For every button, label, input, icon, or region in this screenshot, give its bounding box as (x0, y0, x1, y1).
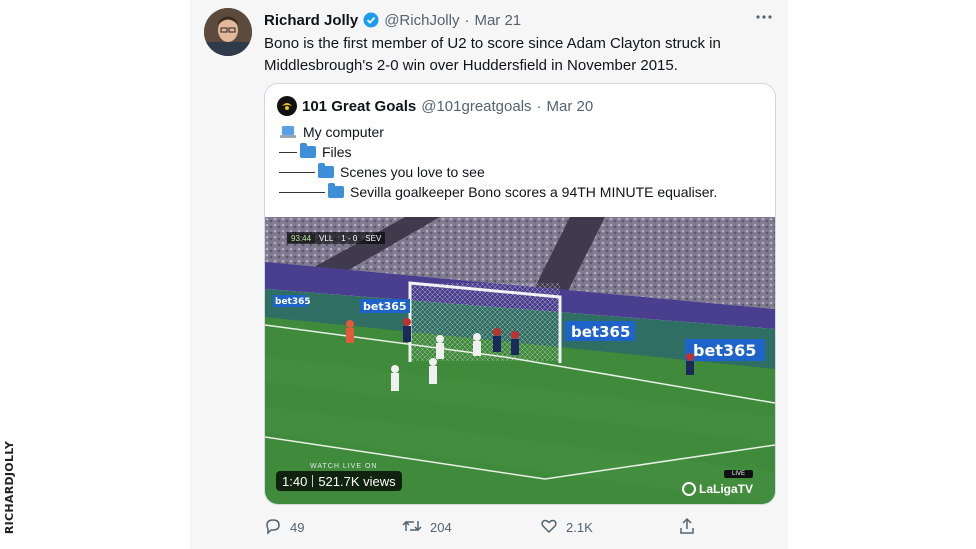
match-score: 1 - 0 (341, 233, 358, 243)
tweet-text: Bono is the first member of U2 to score … (264, 35, 721, 74)
quoted-line-text: My computer (303, 124, 384, 140)
quoted-avatar[interactable] (277, 96, 297, 116)
quoted-line-2: Files (279, 142, 352, 162)
header-separator: · (464, 11, 470, 29)
quoted-line-text: Files (322, 144, 352, 160)
folder-icon (300, 143, 316, 158)
away-team: SEV (365, 233, 382, 243)
video-duration: 1:40 (282, 473, 308, 489)
video-meta-badge: 1:40 521.7K views (276, 471, 402, 491)
like-button[interactable]: 2.1K (540, 517, 678, 538)
tree-dash (279, 151, 297, 153)
like-count: 2.1K (566, 519, 593, 535)
folder-icon (328, 183, 344, 198)
quoted-line-3: Scenes you love to see (279, 162, 485, 182)
retweet-count: 204 (430, 519, 452, 535)
verified-badge-icon (363, 12, 379, 28)
quoted-date[interactable]: Mar 20 (547, 98, 594, 115)
badge-divider (312, 475, 314, 487)
retweet-button[interactable]: 204 (402, 517, 540, 538)
match-clock: 93:44 (287, 233, 316, 243)
laliga-watermark: LaLigaTV (681, 482, 753, 496)
author-handle[interactable]: @RichJolly (384, 12, 459, 29)
quoted-author-name[interactable]: 101 Great Goals (302, 98, 416, 115)
tweet-actions: 49 204 2.1K (264, 514, 704, 540)
board-text: bet365 (571, 323, 630, 341)
tweet-card[interactable]: Richard Jolly @RichJolly · Mar 21 Bono i… (190, 0, 788, 549)
folder-icon (318, 163, 334, 178)
quoted-separator: · (536, 97, 542, 115)
quoted-line-text: Scenes you love to see (340, 164, 485, 180)
retweet-icon (402, 517, 430, 538)
live-badge: LIVE (723, 470, 753, 478)
quoted-line-4: Sevilla goalkeeper Bono scores a 94TH MI… (279, 182, 717, 202)
scoreboard: 93:44 VLL 1 - 0 SEV (287, 232, 386, 244)
tree-dash (279, 191, 325, 193)
video-views: 521.7K views (318, 473, 396, 489)
reply-button[interactable]: 49 (264, 517, 402, 538)
share-icon (678, 517, 704, 538)
video-player[interactable]: bet365 bet365 bet365 bet365 93:44 VLL 1 … (265, 217, 775, 504)
reply-icon (264, 517, 290, 538)
quoted-author-handle[interactable]: @101greatgoals (421, 98, 531, 115)
quoted-line-text: Sevilla goalkeeper Bono scores a 94TH MI… (350, 184, 718, 200)
more-icon[interactable] (752, 8, 776, 28)
laliga-watermark-text: LaLigaTV (698, 482, 753, 496)
video-frame: bet365 bet365 bet365 bet365 (265, 217, 775, 504)
tweet-header: Richard Jolly @RichJolly · Mar 21 (264, 10, 784, 30)
share-button[interactable] (678, 517, 704, 538)
laliga-logo-icon (681, 482, 696, 496)
home-team: VLL (319, 233, 334, 243)
tweet-date[interactable]: Mar 21 (474, 12, 521, 29)
heart-icon (540, 517, 566, 538)
avatar[interactable] (204, 8, 252, 56)
board-text: bet365 (275, 297, 311, 307)
laptop-icon (279, 125, 297, 139)
author-name[interactable]: Richard Jolly (264, 12, 358, 29)
quoted-line-1: My computer (279, 122, 384, 142)
tree-dash (279, 171, 315, 173)
photo-credit-text: RICHARDJOLLY (3, 440, 17, 535)
photo-credit: RICHARDJOLLY (2, 430, 18, 545)
quoted-header: 101 Great Goals @101greatgoals · Mar 20 (277, 96, 593, 116)
quoted-tweet[interactable]: 101 Great Goals @101greatgoals · Mar 20 … (264, 83, 776, 505)
reply-count: 49 (290, 519, 305, 535)
watch-live-text: WATCH LIVE ON (310, 463, 378, 470)
board-text: bet365 (693, 341, 756, 360)
board-text: bet365 (363, 300, 407, 313)
